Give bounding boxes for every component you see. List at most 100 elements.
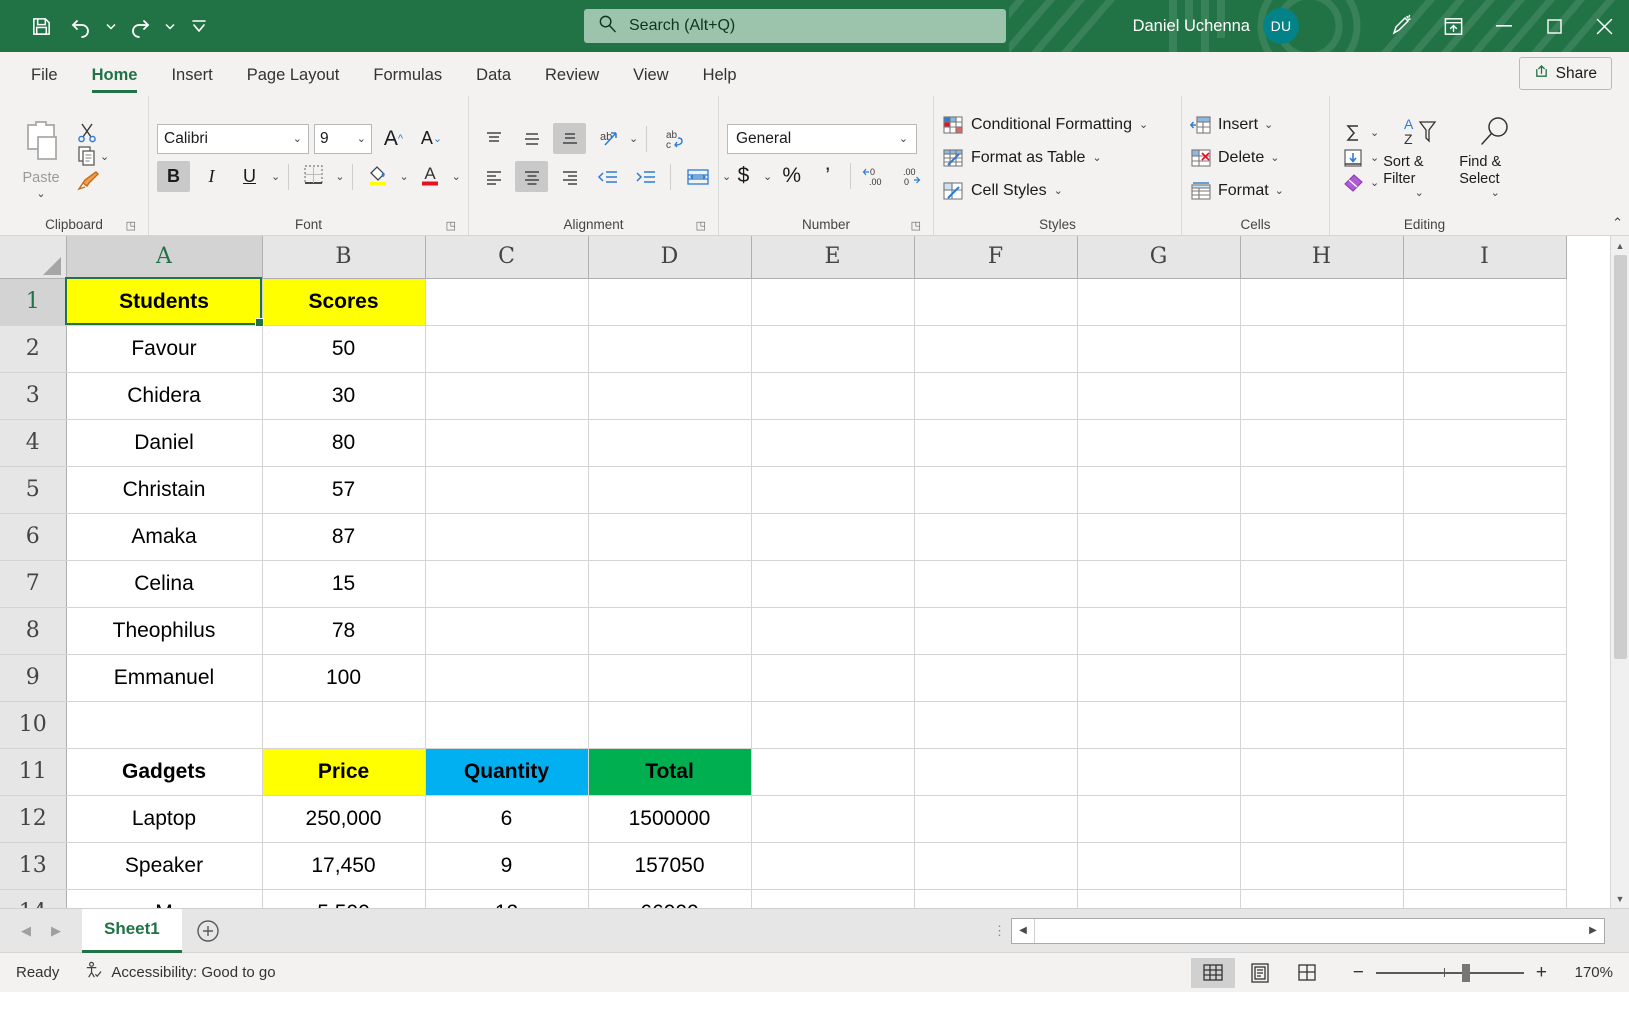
increase-indent-button[interactable] bbox=[629, 161, 662, 192]
cell-I8[interactable] bbox=[1403, 607, 1566, 654]
redo-icon[interactable] bbox=[121, 8, 159, 44]
accounting-chevron-down-icon[interactable]: ⌄ bbox=[763, 170, 772, 183]
cell-A11[interactable]: Gadgets bbox=[66, 748, 262, 795]
save-icon[interactable] bbox=[22, 8, 60, 44]
cell-G7[interactable] bbox=[1077, 560, 1240, 607]
column-header-f[interactable]: F bbox=[914, 236, 1077, 278]
cell-C2[interactable] bbox=[425, 325, 588, 372]
cell-H5[interactable] bbox=[1240, 466, 1403, 513]
cell-G9[interactable] bbox=[1077, 654, 1240, 701]
format-cells-button[interactable]: Format ⌄ bbox=[1190, 174, 1284, 207]
tab-help[interactable]: Help bbox=[686, 54, 754, 96]
column-header-g[interactable]: G bbox=[1077, 236, 1240, 278]
font-name-chevron-down-icon[interactable]: ⌄ bbox=[293, 132, 302, 145]
percent-format-button[interactable]: % bbox=[775, 161, 808, 192]
customize-quick-access-icon[interactable] bbox=[180, 8, 218, 44]
cell-D11[interactable]: Total bbox=[588, 748, 751, 795]
cell-A8[interactable]: Theophilus bbox=[66, 607, 262, 654]
cell-I10[interactable] bbox=[1403, 701, 1566, 748]
cell-B12[interactable]: 250,000 bbox=[262, 795, 425, 842]
column-header-h[interactable]: H bbox=[1240, 236, 1403, 278]
cell-B6[interactable]: 87 bbox=[262, 513, 425, 560]
select-all-corner[interactable] bbox=[0, 236, 66, 278]
cell-F1[interactable] bbox=[914, 278, 1077, 325]
tab-page-layout[interactable]: Page Layout bbox=[230, 54, 357, 96]
cell-D1[interactable] bbox=[588, 278, 751, 325]
cell-C13[interactable]: 9 bbox=[425, 842, 588, 889]
cell-F9[interactable] bbox=[914, 654, 1077, 701]
font-color-button[interactable]: A bbox=[414, 161, 447, 192]
cell-A10[interactable] bbox=[66, 701, 262, 748]
cell-I12[interactable] bbox=[1403, 795, 1566, 842]
tab-file[interactable]: File bbox=[14, 54, 75, 96]
cell-I5[interactable] bbox=[1403, 466, 1566, 513]
clear-button[interactable]: ⌄ bbox=[1338, 172, 1379, 194]
merge-center-button[interactable] bbox=[679, 161, 717, 192]
cell-I1[interactable] bbox=[1403, 278, 1566, 325]
cell-D4[interactable] bbox=[588, 419, 751, 466]
cell-B14[interactable]: 5,500 bbox=[262, 889, 425, 908]
cell-A12[interactable]: Laptop bbox=[66, 795, 262, 842]
row-header-11[interactable]: 11 bbox=[0, 748, 66, 795]
redo-dropdown-chevron-icon[interactable] bbox=[161, 8, 178, 44]
cell-H14[interactable] bbox=[1240, 889, 1403, 908]
cell-G6[interactable] bbox=[1077, 513, 1240, 560]
cell-F2[interactable] bbox=[914, 325, 1077, 372]
vertical-scroll-thumb[interactable] bbox=[1614, 255, 1627, 659]
cell-G8[interactable] bbox=[1077, 607, 1240, 654]
format-as-table-button[interactable]: Format as Table ⌄ bbox=[942, 141, 1148, 174]
cell-B3[interactable]: 30 bbox=[262, 372, 425, 419]
undo-dropdown-chevron-icon[interactable] bbox=[102, 8, 119, 44]
cell-F3[interactable] bbox=[914, 372, 1077, 419]
sheet-tab-sheet1[interactable]: Sheet1 bbox=[82, 909, 182, 953]
column-header-e[interactable]: E bbox=[751, 236, 914, 278]
search-container[interactable]: Search (Alt+Q) bbox=[584, 9, 1006, 43]
cell-B1[interactable]: Scores bbox=[262, 278, 425, 325]
cell-A4[interactable]: Daniel bbox=[66, 419, 262, 466]
row-header-9[interactable]: 9 bbox=[0, 654, 66, 701]
font-name-input[interactable]: Calibri ⌄ bbox=[157, 124, 309, 154]
column-header-i[interactable]: I bbox=[1403, 236, 1566, 278]
cell-H11[interactable] bbox=[1240, 748, 1403, 795]
cell-H6[interactable] bbox=[1240, 513, 1403, 560]
align-left-button[interactable] bbox=[477, 161, 510, 192]
cell-G5[interactable] bbox=[1077, 466, 1240, 513]
cell-I11[interactable] bbox=[1403, 748, 1566, 795]
cell-styles-chevron-down-icon[interactable]: ⌄ bbox=[1054, 184, 1063, 197]
share-button[interactable]: Share bbox=[1519, 57, 1612, 90]
italic-button[interactable]: I bbox=[195, 161, 228, 192]
autosum-button[interactable]: ⌄ bbox=[1338, 122, 1379, 144]
decrease-font-size-button[interactable]: A⌄ bbox=[415, 123, 448, 154]
cell-H3[interactable] bbox=[1240, 372, 1403, 419]
cell-G2[interactable] bbox=[1077, 325, 1240, 372]
fill-chevron-down-icon[interactable]: ⌄ bbox=[1370, 151, 1379, 164]
sort-filter-button[interactable]: A Z Sort & Filter ⌄ bbox=[1383, 115, 1455, 200]
tab-insert[interactable]: Insert bbox=[154, 54, 229, 96]
scroll-down-arrow-icon[interactable]: ▼ bbox=[1611, 889, 1629, 908]
accessibility-status[interactable]: Accessibility: Good to go bbox=[83, 961, 275, 984]
cell-E11[interactable] bbox=[751, 748, 914, 795]
cell-C12[interactable]: 6 bbox=[425, 795, 588, 842]
cell-C4[interactable] bbox=[425, 419, 588, 466]
normal-view-button[interactable] bbox=[1191, 958, 1235, 988]
tab-view[interactable]: View bbox=[616, 54, 685, 96]
row-header-5[interactable]: 5 bbox=[0, 466, 66, 513]
cell-A14[interactable]: M bbox=[66, 889, 262, 908]
comma-format-button[interactable]: ’ bbox=[811, 161, 844, 192]
cell-C9[interactable] bbox=[425, 654, 588, 701]
cell-H2[interactable] bbox=[1240, 325, 1403, 372]
cell-E3[interactable] bbox=[751, 372, 914, 419]
cell-B10[interactable] bbox=[262, 701, 425, 748]
cell-G10[interactable] bbox=[1077, 701, 1240, 748]
delete-cells-button[interactable]: Delete ⌄ bbox=[1190, 141, 1284, 174]
format-cells-chevron-down-icon[interactable]: ⌄ bbox=[1275, 184, 1284, 197]
cell-B4[interactable]: 80 bbox=[262, 419, 425, 466]
paste-button[interactable]: Paste ⌄ bbox=[8, 115, 74, 200]
cell-E1[interactable] bbox=[751, 278, 914, 325]
cell-D14[interactable]: 66000 bbox=[588, 889, 751, 908]
row-header-13[interactable]: 13 bbox=[0, 842, 66, 889]
align-center-button[interactable] bbox=[515, 161, 548, 192]
cell-I3[interactable] bbox=[1403, 372, 1566, 419]
row-header-8[interactable]: 8 bbox=[0, 607, 66, 654]
cell-I7[interactable] bbox=[1403, 560, 1566, 607]
